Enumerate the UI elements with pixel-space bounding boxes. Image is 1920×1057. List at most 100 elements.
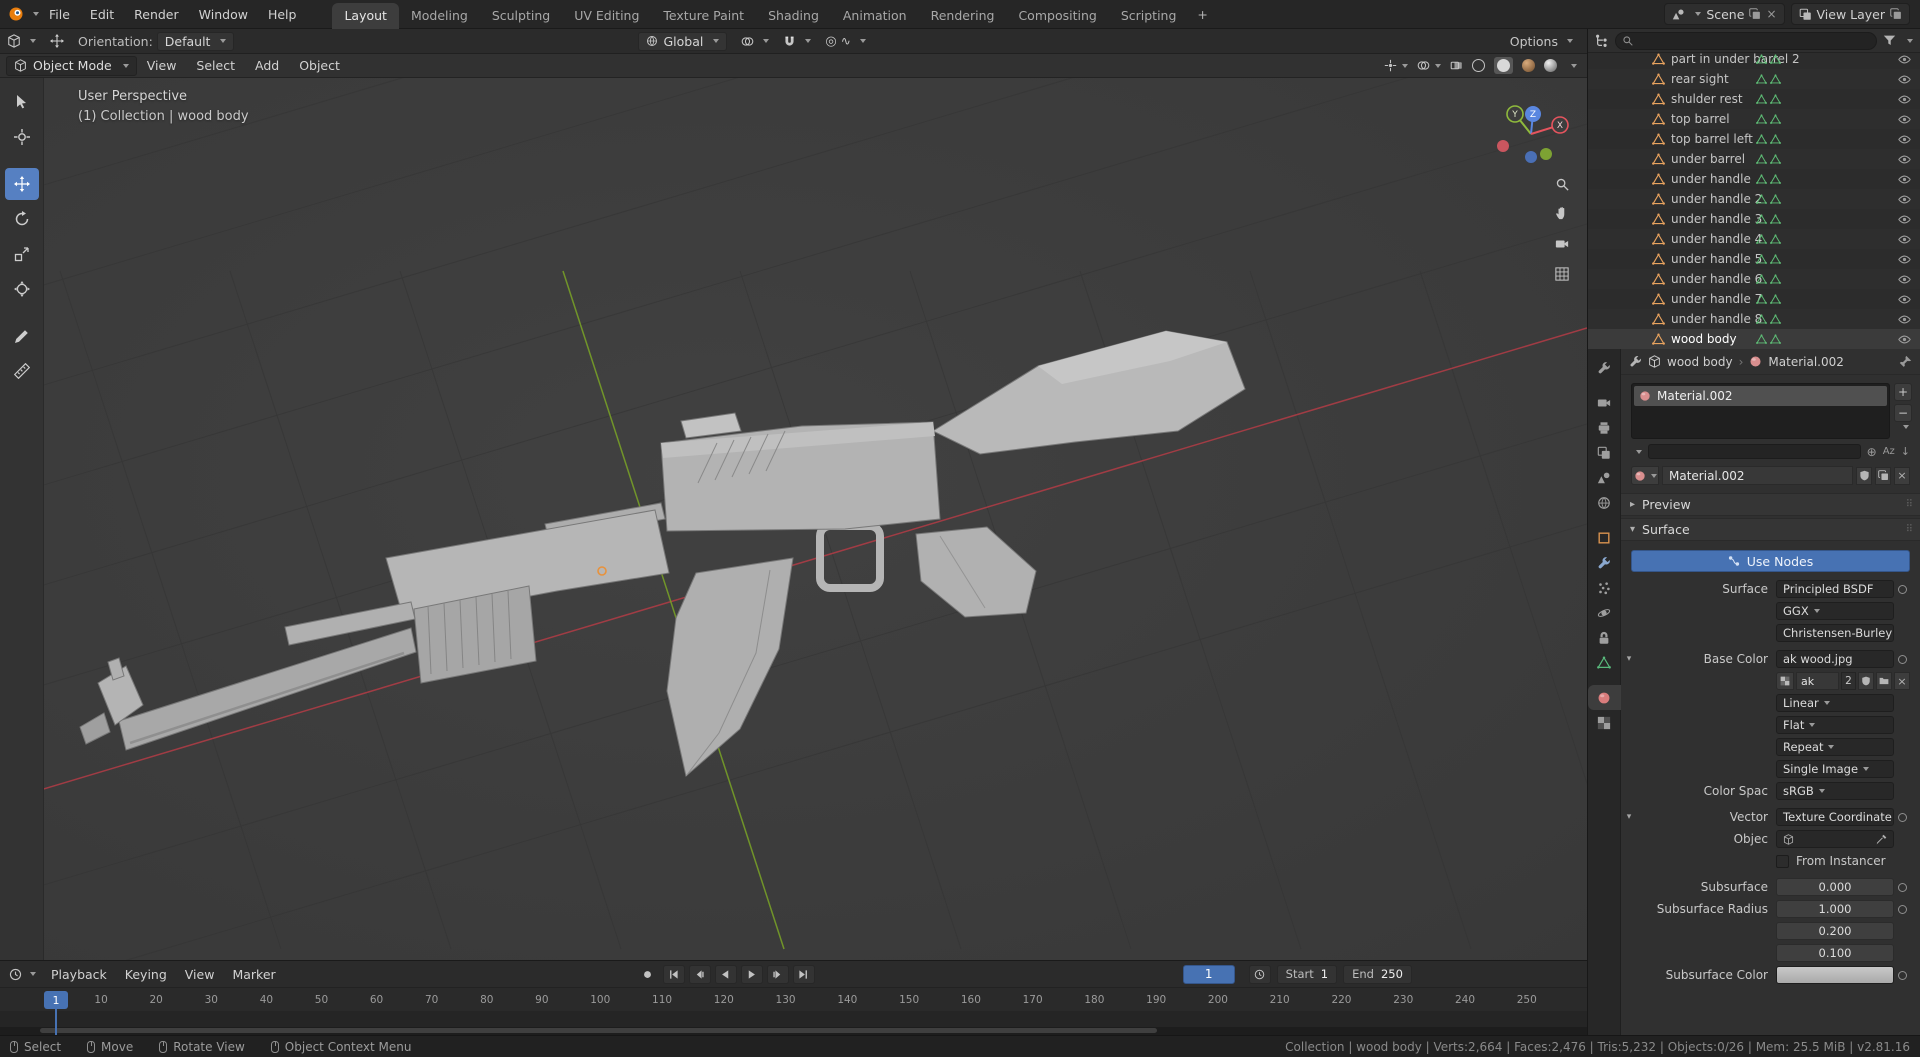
add-slot-button[interactable]: + [1894,383,1912,401]
eye-icon[interactable] [1898,93,1911,106]
workspace-tab[interactable]: Texture Paint [651,3,756,29]
xray-toggle[interactable] [1450,59,1463,72]
subsurface-radius-field-3[interactable]: 0.100 [1776,944,1894,962]
prev-keyframe-button[interactable] [688,964,711,984]
move-tool[interactable] [4,168,39,200]
topbar-menu-item[interactable]: File [39,7,80,22]
play-button[interactable] [740,964,763,984]
extension-dropdown[interactable]: Repeat [1776,738,1894,756]
tab-world[interactable] [1588,490,1621,515]
outliner-item[interactable]: under handle 7 [1588,289,1920,309]
editor-type-button[interactable] [0,34,43,48]
image-name-field[interactable]: ak [1796,672,1839,690]
tab-object[interactable] [1588,525,1621,550]
tab-tool[interactable] [1588,355,1621,380]
transform-orientation-dropdown[interactable]: Global [638,31,728,51]
interpolation-dropdown[interactable]: Linear [1776,694,1894,712]
outliner-item[interactable]: under barrel [1588,149,1920,169]
current-frame-field[interactable]: 1 [1182,964,1235,984]
tab-object-data[interactable] [1588,650,1621,675]
play-reverse-button[interactable] [714,964,737,984]
tab-render[interactable] [1588,390,1621,415]
material-slot-row[interactable]: Material.002 [1634,386,1887,406]
outliner-item[interactable]: under handle 4 [1588,229,1920,249]
topbar-menu-item[interactable]: Edit [80,7,124,22]
slot-specials-icon[interactable] [1902,425,1909,429]
eye-icon[interactable] [1898,253,1911,266]
list-filter-field[interactable] [1648,444,1861,459]
color-space-dropdown[interactable]: sRGB [1776,782,1894,800]
timeline-ruler[interactable]: 1102030405060708090100110120130140150160… [0,987,1587,1011]
start-frame-field[interactable]: Start 1 [1276,964,1338,984]
tab-scene[interactable] [1588,465,1621,490]
image-users-count[interactable]: 2 [1841,672,1856,690]
browse-material-button[interactable] [1631,466,1659,485]
shading-solid-button[interactable] [1494,57,1513,74]
subsurface-radius-field-1[interactable]: 1.000 [1776,900,1894,918]
viewport-menu-item[interactable]: Select [186,58,245,73]
add-workspace-button[interactable]: + [1188,2,1216,27]
eye-icon[interactable] [1898,113,1911,126]
remove-slot-button[interactable]: − [1894,404,1912,422]
fake-user-button[interactable] [1858,672,1874,690]
camera-view-icon[interactable] [1555,237,1569,251]
sort-arrow-icon[interactable]: ↓ [1901,445,1910,458]
outliner-item[interactable]: under handle 5 [1588,249,1920,269]
workspace-tab[interactable]: Modeling [399,3,480,29]
outliner-item[interactable]: under handle 8 [1588,309,1920,329]
filter-icon[interactable] [1883,34,1896,47]
source-dropdown[interactable]: Single Image [1776,760,1894,778]
timeline-menu-item[interactable]: Keying [116,967,176,982]
timeline-editor-button[interactable] [0,968,42,981]
eye-icon[interactable] [1898,293,1911,306]
playhead[interactable]: 1 [44,991,68,1009]
workspace-tab[interactable]: Shading [756,3,831,29]
workspace-tab[interactable]: Layout [332,2,399,29]
surface-shader-field[interactable]: Principled BSDF [1776,580,1894,598]
eye-icon[interactable] [1898,313,1911,326]
cursor-tool[interactable] [5,121,39,153]
annotate-tool[interactable] [5,320,39,352]
tab-material[interactable] [1588,685,1621,710]
proportional-editing-button[interactable]: ◎ ∿ [818,34,872,49]
orientation-dropdown[interactable]: Default [156,31,235,51]
workspace-tab[interactable]: Sculpting [480,3,562,29]
shading-wireframe-button[interactable] [1472,59,1485,72]
shading-rendered-button[interactable] [1544,59,1557,72]
expander-icon[interactable]: ▾ [1621,654,1637,664]
tab-output[interactable] [1588,415,1621,440]
eye-icon[interactable] [1898,333,1911,346]
invert-filter-icon[interactable]: ⊕ [1867,445,1877,459]
new-material-button[interactable] [1875,466,1891,485]
topbar-menu-item[interactable]: Window [189,7,258,22]
outliner-item[interactable]: top barrel left [1588,129,1920,149]
view-layer-selector[interactable]: View Layer [1790,3,1910,25]
transform-tool[interactable] [5,273,39,305]
sort-alpha-icon[interactable]: Az [1883,446,1895,457]
eye-icon[interactable] [1898,153,1911,166]
mode-dropdown[interactable]: Object Mode [6,55,137,76]
tab-particles[interactable] [1588,575,1621,600]
toggle-perspective-icon[interactable] [1555,267,1569,281]
timeline-scrollbar[interactable] [0,1027,1587,1035]
timeline-menu-item[interactable]: Marker [223,967,284,982]
unlink-button[interactable]: × [1894,466,1910,485]
viewport-3d[interactable]: User Perspective (1) Collection | wood b… [0,78,1587,960]
timeline-track-area[interactable] [0,1011,1587,1027]
outliner-search-input[interactable] [1615,31,1877,50]
eye-icon[interactable] [1898,193,1911,206]
scrollbar-thumb[interactable] [40,1028,1157,1033]
breadcrumb-material[interactable]: Material.002 [1768,355,1843,369]
next-keyframe-button[interactable] [766,964,789,984]
topbar-menu-item[interactable]: Help [258,7,307,22]
rotate-tool[interactable] [5,203,39,235]
copy-icon[interactable] [1890,8,1902,20]
shading-material-button[interactable] [1522,59,1535,72]
select-box-tool[interactable] [5,86,39,118]
projection-dropdown[interactable]: Flat [1776,716,1894,734]
eye-icon[interactable] [1898,233,1911,246]
workspace-tab[interactable]: Rendering [919,3,1007,29]
eye-icon[interactable] [1898,53,1911,66]
tab-physics[interactable] [1588,600,1621,625]
outliner-item[interactable]: rear sight [1588,69,1920,89]
